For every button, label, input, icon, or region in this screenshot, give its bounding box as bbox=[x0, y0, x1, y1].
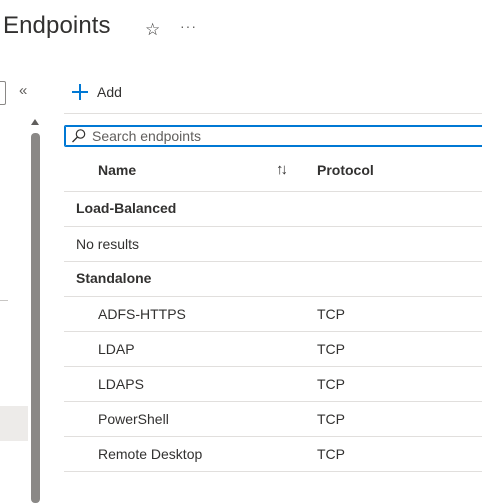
endpoint-name: ADFS-HTTPS bbox=[98, 306, 186, 322]
search-input[interactable] bbox=[92, 127, 472, 145]
column-header-name[interactable]: Name bbox=[98, 162, 136, 178]
endpoint-protocol: TCP bbox=[317, 376, 345, 392]
endpoint-name: PowerShell bbox=[98, 411, 169, 427]
sort-icon[interactable]: ↑↓ bbox=[276, 161, 288, 178]
page-title: Endpoints bbox=[3, 12, 111, 39]
search-box[interactable] bbox=[64, 125, 482, 147]
toolbar-divider bbox=[64, 113, 482, 114]
endpoint-protocol: TCP bbox=[317, 446, 345, 462]
collapse-sidebar-icon[interactable]: « bbox=[19, 82, 27, 99]
endpoint-protocol: TCP bbox=[317, 411, 345, 427]
endpoint-name: LDAP bbox=[98, 341, 135, 357]
group-header-load-balanced[interactable]: Load-Balanced bbox=[64, 191, 482, 227]
star-icon[interactable]: ☆ bbox=[145, 20, 160, 40]
endpoint-protocol: TCP bbox=[317, 306, 345, 322]
endpoint-name: Remote Desktop bbox=[98, 446, 203, 462]
plus-icon bbox=[72, 84, 88, 100]
table-row[interactable]: LDAP TCP bbox=[64, 331, 482, 367]
sidebar-scrollbar[interactable] bbox=[31, 133, 40, 503]
table-row[interactable]: PowerShell TCP bbox=[64, 401, 482, 437]
sidebar-item-selected[interactable] bbox=[0, 406, 28, 441]
scroll-up-icon[interactable] bbox=[31, 119, 39, 125]
sidebar-search-input[interactable] bbox=[0, 81, 6, 105]
table-row[interactable]: LDAPS TCP bbox=[64, 366, 482, 402]
group-header-standalone[interactable]: Standalone bbox=[64, 261, 482, 297]
endpoint-protocol: TCP bbox=[317, 341, 345, 357]
table-header: Name ↑↓ Protocol bbox=[64, 153, 482, 192]
add-button[interactable]: Add bbox=[72, 84, 122, 100]
empty-results-text: No results bbox=[76, 236, 140, 252]
group-label: Standalone bbox=[76, 270, 152, 286]
search-icon bbox=[72, 129, 86, 143]
endpoint-name: LDAPS bbox=[98, 376, 144, 392]
add-button-label: Add bbox=[97, 84, 122, 100]
more-options-icon[interactable]: ··· bbox=[180, 18, 197, 34]
sidebar-divider bbox=[0, 300, 8, 301]
table-row[interactable]: ADFS-HTTPS TCP bbox=[64, 296, 482, 332]
group-label: Load-Balanced bbox=[76, 200, 177, 216]
empty-results-row: No results bbox=[64, 226, 482, 262]
column-header-protocol[interactable]: Protocol bbox=[317, 162, 374, 178]
table-row[interactable]: Remote Desktop TCP bbox=[64, 436, 482, 472]
